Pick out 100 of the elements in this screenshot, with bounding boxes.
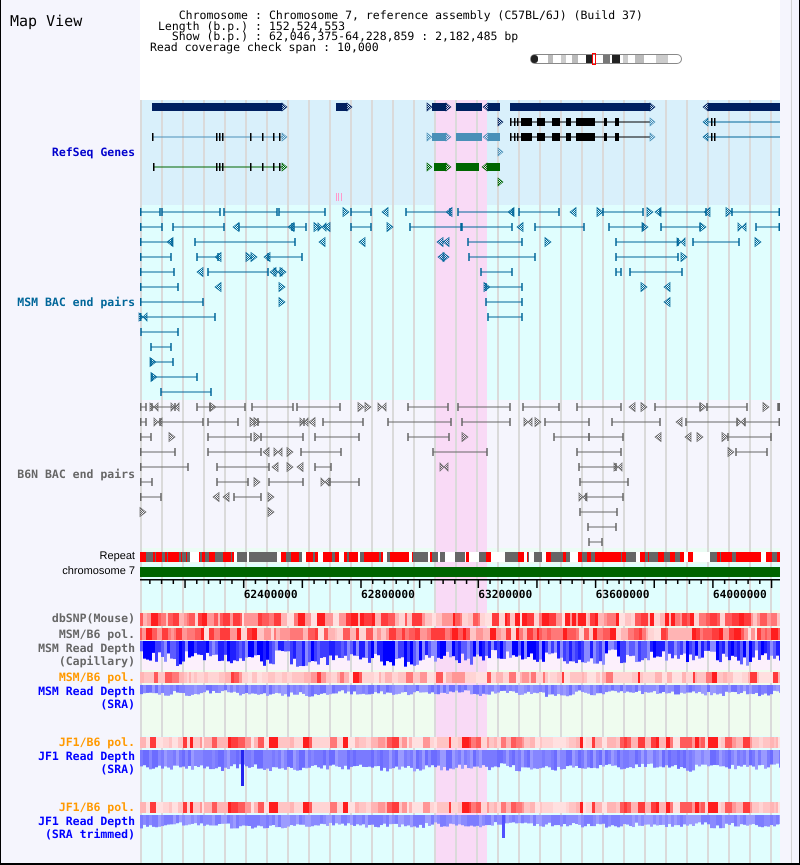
bac-end-marker xyxy=(738,222,746,232)
bac-end-marker xyxy=(166,236,174,248)
bac-end-marker xyxy=(663,296,670,308)
bac-end-marker xyxy=(484,282,491,292)
bac-end-pair xyxy=(485,298,523,306)
track-label: chromosome 7 xyxy=(62,564,135,578)
bac-end-marker xyxy=(680,252,688,262)
bac-end-pair xyxy=(615,253,679,261)
bac-end-pair xyxy=(140,463,189,471)
bac-end-marker xyxy=(268,506,275,518)
axis-label: 63200000 xyxy=(478,588,532,601)
track-label: MSM/B6 pol. xyxy=(58,628,135,640)
bac-end-marker xyxy=(214,252,222,262)
bac-end-pair xyxy=(150,343,172,351)
bac-end-marker xyxy=(569,206,576,218)
bac-end-marker xyxy=(654,432,662,442)
bac-end-pair xyxy=(329,478,360,486)
bac-end-pair xyxy=(140,268,175,276)
gene-model xyxy=(498,177,504,187)
info-separator: : xyxy=(255,20,262,31)
bac-end-pair xyxy=(387,418,452,426)
bac-end-marker xyxy=(278,282,286,292)
bac-end-pair xyxy=(487,313,523,321)
bac-end-pair xyxy=(140,253,172,261)
bac-end-pair xyxy=(172,223,225,231)
bac-end-pair xyxy=(314,433,360,441)
bac-end-marker xyxy=(150,402,158,412)
bac-end-marker xyxy=(726,206,733,218)
track-label: dbSNP(Mouse) xyxy=(52,612,135,625)
bac-end-pair xyxy=(467,238,523,246)
bac-end-marker xyxy=(700,222,707,232)
bac-end-marker xyxy=(628,402,636,412)
axis-label: 64000000 xyxy=(712,588,767,601)
bac-end-pair xyxy=(314,463,332,471)
bac-end-marker xyxy=(263,252,270,262)
bac-end-pair xyxy=(588,538,603,546)
bac-end-marker xyxy=(212,492,220,502)
bac-end-pair xyxy=(260,433,304,441)
region-marker xyxy=(592,53,596,65)
bac-end-marker xyxy=(614,462,622,472)
bac-end-pair xyxy=(251,403,294,411)
gene-model xyxy=(426,162,452,172)
bac-end-marker xyxy=(138,312,148,322)
track-label: JF1/B6 pol. xyxy=(58,736,135,749)
bac-end-marker xyxy=(663,282,670,292)
track-label: MSM/B6 pol. xyxy=(58,670,135,684)
bac-end-pair xyxy=(579,478,629,486)
bac-end-pair xyxy=(140,478,153,486)
bac-end-pair xyxy=(207,433,252,441)
bac-end-marker xyxy=(287,222,294,232)
bac-end-pair xyxy=(777,403,780,411)
feature-mark xyxy=(336,193,342,201)
bac-end-pair xyxy=(611,418,661,426)
bac-end-pair xyxy=(216,463,270,471)
track-label: B6N BAC end pairs xyxy=(17,468,135,480)
bac-end-marker xyxy=(262,446,270,458)
bac-end-pair xyxy=(579,508,618,516)
bac-end-pair xyxy=(518,208,560,216)
bac-end-marker xyxy=(728,446,735,458)
bac-end-marker xyxy=(703,206,710,218)
bac-end-pair xyxy=(457,403,511,411)
bac-end-marker xyxy=(534,416,542,428)
info-label: Chromosome xyxy=(178,10,248,20)
bac-end-marker xyxy=(386,222,394,232)
bac-end-pair xyxy=(755,223,780,231)
bac-end-pair xyxy=(629,268,683,276)
bac-end-marker xyxy=(168,432,176,442)
bac-end-marker xyxy=(642,222,649,232)
info-label: Show (b.p.) xyxy=(172,31,248,42)
bac-end-marker xyxy=(736,417,746,427)
bac-end-marker xyxy=(445,206,452,218)
bac-end-marker xyxy=(684,432,692,442)
bac-end-pair xyxy=(207,448,262,456)
bac-end-pair xyxy=(407,433,450,441)
bac-end-marker xyxy=(274,447,282,457)
bac-end-marker xyxy=(507,206,514,218)
bac-end-marker xyxy=(214,282,222,292)
bac-end-pair xyxy=(140,283,179,291)
bac-end-pair xyxy=(706,403,748,411)
bac-end-marker xyxy=(696,432,704,442)
bac-end-pair xyxy=(576,403,622,411)
bac-end-pair xyxy=(140,448,176,456)
bac-end-marker xyxy=(222,492,230,502)
info-separator: : xyxy=(255,31,262,42)
gene-model xyxy=(426,102,452,112)
bac-end-marker xyxy=(762,402,770,412)
bac-end-pair xyxy=(587,523,617,531)
bac-end-marker xyxy=(254,432,261,442)
bac-end-marker xyxy=(700,402,707,412)
bac-end-pair xyxy=(350,208,372,216)
bac-end-pair xyxy=(544,418,590,426)
info-value: Chromosome 7, reference assembly (C57BL/6J) (Build 37) xyxy=(268,10,643,20)
bac-end-pair xyxy=(731,208,780,216)
axis-label: 62800000 xyxy=(361,588,415,601)
bac-end-marker xyxy=(296,462,304,472)
bac-end-pair xyxy=(432,448,488,456)
info-value: 62,046,375-64,228,859 : 2,182,485 bp xyxy=(268,31,520,42)
bac-end-pair xyxy=(615,268,622,276)
bac-end-marker xyxy=(196,266,204,278)
bac-end-marker xyxy=(640,282,648,292)
